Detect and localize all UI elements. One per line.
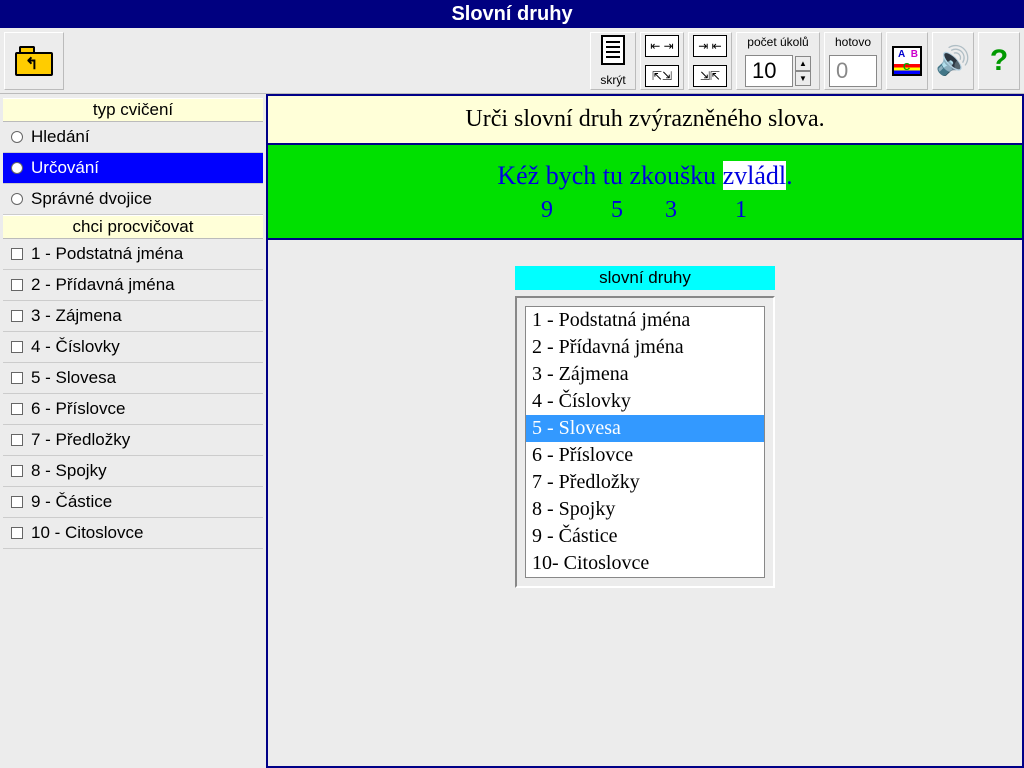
practice-item-label: 7 - Předložky <box>31 430 130 450</box>
practice-item-label: 1 - Podstatná jména <box>31 244 183 264</box>
toolbar: ↰ skrýt ⇤ ⇥ ⇱⇲ ⇥ ⇤ ⇲⇱ počet úkolů 10 ▲ ▼… <box>0 28 1024 94</box>
content-area: Urči slovní druh zvýrazněného slova. Kéž… <box>266 94 1024 768</box>
checkbox-icon <box>11 248 23 260</box>
practice-item-label: 8 - Spojky <box>31 461 107 481</box>
folder-up-icon: ↰ <box>15 46 53 76</box>
spinner-up-icon[interactable]: ▲ <box>795 56 811 71</box>
practice-header: chci procvičovat <box>3 215 263 239</box>
done-value: 0 <box>829 55 877 87</box>
sentence-pre: Kéž bych tu zkoušku <box>497 161 722 190</box>
checkbox-icon <box>11 341 23 353</box>
task-count-group: počet úkolů 10 ▲ ▼ <box>736 32 820 90</box>
exercise-type-item[interactable]: Hledání <box>3 122 263 153</box>
practice-item-label: 9 - Částice <box>31 492 112 512</box>
done-label: hotovo <box>827 35 879 49</box>
practice-item-label: 5 - Slovesa <box>31 368 116 388</box>
word-types-list[interactable]: 1 - Podstatná jména2 - Přídavná jména3 -… <box>525 306 765 578</box>
practice-item-label: 4 - Číslovky <box>31 337 120 357</box>
checkbox-icon <box>11 527 23 539</box>
speaker-icon: 🔊 <box>936 44 971 78</box>
word-type-option[interactable]: 10- Citoslovce <box>526 550 764 577</box>
workspace: slovní druhy 1 - Podstatná jména2 - Příd… <box>268 240 1022 766</box>
practice-item[interactable]: 8 - Spojky <box>3 456 263 487</box>
task-count-label: počet úkolů <box>739 35 817 49</box>
practice-item[interactable]: 3 - Zájmena <box>3 301 263 332</box>
hide-label: skrýt <box>593 73 633 87</box>
word-type-option[interactable]: 8 - Spojky <box>526 496 764 523</box>
task-count-input[interactable]: 10 <box>745 55 793 87</box>
practice-item[interactable]: 5 - Slovesa <box>3 363 263 394</box>
word-types-panel: slovní druhy 1 - Podstatná jména2 - Příd… <box>515 266 775 766</box>
help-button[interactable]: ? <box>978 32 1020 90</box>
checkbox-icon <box>11 310 23 322</box>
practice-item[interactable]: 2 - Přídavná jména <box>3 270 263 301</box>
arrows-vertical-in-icon[interactable]: ⇲⇱ <box>693 65 727 87</box>
checkbox-icon <box>11 403 23 415</box>
checkbox-icon <box>11 496 23 508</box>
open-folder-button[interactable]: ↰ <box>4 32 64 90</box>
practice-item-label: 3 - Zájmena <box>31 306 122 326</box>
word-type-option[interactable]: 5 - Slovesa <box>526 415 764 442</box>
task-count-spinner[interactable]: ▲ ▼ <box>795 56 811 86</box>
practice-item-label: 6 - Příslovce <box>31 399 125 419</box>
word-types-header: slovní druhy <box>515 266 775 290</box>
exercise-type-header: typ cvičení <box>3 98 263 122</box>
sentence-numbers: 9 5 3 1 <box>272 197 1018 224</box>
exercise-type-item[interactable]: Správné dvojice <box>3 184 263 215</box>
word-type-option[interactable]: 1 - Podstatná jména <box>526 307 764 334</box>
word-type-option[interactable]: 2 - Přídavná jména <box>526 334 764 361</box>
exercise-type-item[interactable]: Určování <box>3 153 263 184</box>
word-type-option[interactable]: 7 - Předložky <box>526 469 764 496</box>
word-type-option[interactable]: 9 - Částice <box>526 523 764 550</box>
word-type-option[interactable]: 3 - Zájmena <box>526 361 764 388</box>
practice-item[interactable]: 10 - Citoslovce <box>3 518 263 549</box>
hide-button[interactable]: skrýt <box>590 32 636 90</box>
practice-item-label: 2 - Přídavná jména <box>31 275 175 295</box>
word-type-option[interactable]: 6 - Příslovce <box>526 442 764 469</box>
title-bar: Slovní druhy <box>0 0 1024 28</box>
radio-icon <box>11 193 23 205</box>
exercise-type-label: Správné dvojice <box>31 189 152 209</box>
sidebar: typ cvičení Hledání Určování Správné dvoji… <box>0 94 266 768</box>
sentence-box: Kéž bych tu zkoušku zvládl. 9 5 3 1 <box>268 145 1022 238</box>
document-icon <box>601 35 625 65</box>
arrows-horizontal-in-icon[interactable]: ⇥ ⇤ <box>693 35 727 57</box>
sentence: Kéž bych tu zkoušku zvládl. <box>272 161 1018 191</box>
spinner-down-icon[interactable]: ▼ <box>795 71 811 86</box>
instruction-text: Urči slovní druh zvýrazněného slova. <box>268 96 1022 143</box>
arrows-horizontal: ⇤ ⇥ ⇱⇲ <box>640 32 684 90</box>
abc-button[interactable]: AB C <box>886 32 928 90</box>
radio-icon <box>11 131 23 143</box>
checkbox-icon <box>11 465 23 477</box>
exercise-type-label: Určování <box>31 158 99 178</box>
sentence-post: . <box>786 161 793 190</box>
practice-item[interactable]: 6 - Příslovce <box>3 394 263 425</box>
practice-item[interactable]: 7 - Předložky <box>3 425 263 456</box>
highlighted-word[interactable]: zvládl <box>723 161 787 190</box>
checkbox-icon <box>11 279 23 291</box>
abc-icon: AB C <box>892 46 922 76</box>
exercise-type-label: Hledání <box>31 127 90 147</box>
practice-item-label: 10 - Citoslovce <box>31 523 143 543</box>
practice-item[interactable]: 9 - Částice <box>3 487 263 518</box>
radio-icon <box>11 162 23 174</box>
arrows-horizontal-out-icon[interactable]: ⇤ ⇥ <box>645 35 679 57</box>
practice-item[interactable]: 1 - Podstatná jména <box>3 239 263 270</box>
checkbox-icon <box>11 434 23 446</box>
word-type-option[interactable]: 4 - Číslovky <box>526 388 764 415</box>
sound-button[interactable]: 🔊 <box>932 32 974 90</box>
help-icon: ? <box>990 44 1008 78</box>
checkbox-icon <box>11 372 23 384</box>
practice-item[interactable]: 4 - Číslovky <box>3 332 263 363</box>
arrows-in: ⇥ ⇤ ⇲⇱ <box>688 32 732 90</box>
arrows-vertical-out-icon[interactable]: ⇱⇲ <box>645 65 679 87</box>
done-group: hotovo 0 <box>824 32 882 90</box>
